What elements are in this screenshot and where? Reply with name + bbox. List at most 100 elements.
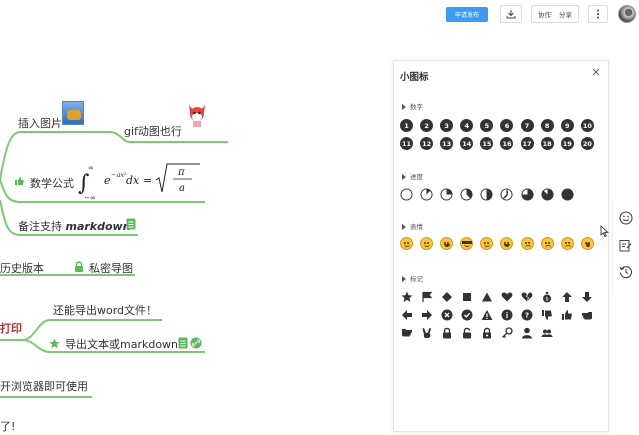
publish-button[interactable]: 申请发布 — [446, 7, 488, 22]
number-13-icon[interactable]: 13 — [439, 136, 454, 151]
number-19-icon[interactable]: 19 — [560, 136, 575, 151]
hand-left-icon[interactable] — [580, 307, 595, 322]
section-progress[interactable]: 进度 — [402, 171, 423, 181]
number-7-icon[interactable]: 7 — [520, 118, 535, 133]
section-emotion[interactable]: 表情 — [402, 221, 423, 231]
key-icon[interactable] — [499, 325, 514, 340]
progress-1-icon[interactable] — [419, 187, 434, 202]
number-14-icon[interactable]: 14 — [459, 136, 474, 151]
svg-text:$: $ — [546, 296, 549, 302]
node-export-word[interactable]: 还能导出word文件！ — [53, 302, 157, 318]
lock-open-icon[interactable] — [459, 325, 474, 340]
download-button[interactable] — [500, 5, 522, 23]
arrow-right-icon[interactable] — [419, 307, 434, 322]
more-button[interactable] — [588, 5, 608, 23]
number-17-icon[interactable]: 17 — [520, 136, 535, 151]
star-mark-icon[interactable] — [399, 289, 414, 304]
wink-icon[interactable] — [479, 236, 494, 251]
thumbs-down-icon[interactable] — [540, 307, 555, 322]
number-5-icon[interactable]: 5 — [479, 118, 494, 133]
download-icon — [506, 10, 516, 19]
number-6-icon[interactable]: 6 — [499, 118, 514, 133]
arrow-up-icon[interactable] — [560, 289, 575, 304]
progress-8-icon[interactable] — [560, 187, 575, 202]
note-icon-2[interactable] — [178, 337, 188, 349]
number-4-icon[interactable]: 4 — [459, 118, 474, 133]
heart-icon[interactable] — [499, 289, 514, 304]
progress-2-icon[interactable] — [439, 187, 454, 202]
user-avatar[interactable] — [618, 5, 636, 23]
node-export-text[interactable]: 导出文本或markdown — [65, 336, 178, 352]
hand-point-icon[interactable] — [399, 325, 414, 340]
node-bottom-text[interactable]: 了! — [0, 418, 15, 434]
progress-7-icon[interactable] — [540, 187, 555, 202]
thumbs-up-mark-icon[interactable] — [560, 307, 575, 322]
smile-icon[interactable] — [399, 236, 414, 251]
progress-3-icon[interactable] — [459, 187, 474, 202]
broken-heart-icon[interactable] — [520, 289, 535, 304]
square-icon[interactable] — [459, 289, 474, 304]
cross-circle-icon[interactable] — [439, 307, 454, 322]
number-20-icon[interactable]: 20 — [580, 136, 595, 151]
cooperate-button[interactable]: 协作 — [538, 9, 551, 19]
node-gif-support[interactable]: gif动图也行 — [124, 123, 182, 139]
diamond-icon[interactable] — [439, 289, 454, 304]
progress-4-icon[interactable] — [479, 187, 494, 202]
history-button[interactable] — [617, 263, 635, 281]
number-2-icon[interactable]: 2 — [419, 118, 434, 133]
notes-prefix: 备注支持 — [18, 220, 66, 233]
section-marks[interactable]: 标记 — [402, 273, 423, 283]
node-private-map[interactable]: 私密导图 — [89, 260, 133, 276]
progress-5-icon[interactable] — [499, 187, 514, 202]
node-math-formula[interactable]: 数学公式 — [30, 175, 74, 191]
laugh-icon[interactable] — [439, 236, 454, 251]
node-history[interactable]: 历史版本 — [0, 260, 44, 276]
triangle-icon[interactable] — [479, 289, 494, 304]
check-circle-icon[interactable] — [459, 307, 474, 322]
cry-icon[interactable] — [520, 236, 535, 251]
number-18-icon[interactable]: 18 — [540, 136, 555, 151]
number-1-icon[interactable]: 1 — [399, 118, 414, 133]
angry-icon[interactable] — [560, 236, 575, 251]
number-8-icon[interactable]: 8 — [540, 118, 555, 133]
number-9-icon[interactable]: 9 — [560, 118, 575, 133]
question-icon[interactable]: ? — [520, 307, 535, 322]
number-16-icon[interactable]: 16 — [499, 136, 514, 151]
emoji-panel-button[interactable] — [617, 209, 635, 227]
share-button[interactable]: 分享 — [559, 9, 572, 19]
close-icon[interactable]: ✕ — [590, 67, 602, 79]
arrow-down-icon[interactable] — [580, 289, 595, 304]
number-12-icon[interactable]: 12 — [419, 136, 434, 151]
svg-text:−ax²: −ax² — [111, 171, 127, 179]
number-15-icon[interactable]: 15 — [479, 136, 494, 151]
link-icon[interactable] — [190, 337, 202, 349]
victory-hand-icon[interactable] — [419, 325, 434, 340]
section-numbers[interactable]: 数字 — [402, 101, 423, 111]
cool-icon[interactable] — [459, 236, 474, 251]
user-icon[interactable] — [520, 325, 535, 340]
node-insert-image[interactable]: 插入图片 — [18, 115, 62, 131]
happy-icon[interactable] — [419, 236, 434, 251]
grin-icon[interactable] — [499, 236, 514, 251]
warning-icon[interactable] — [479, 307, 494, 322]
lock-alt-icon[interactable] — [479, 325, 494, 340]
note-icon[interactable] — [126, 218, 136, 230]
surprise-icon[interactable] — [580, 236, 595, 251]
money-bag-icon[interactable]: $ — [540, 289, 555, 304]
node-notes-support[interactable]: 备注支持 markdown — [18, 218, 131, 234]
number-11-icon[interactable]: 11 — [399, 136, 414, 151]
arrow-left-icon[interactable] — [399, 307, 414, 322]
users-icon[interactable] — [540, 325, 555, 340]
flag-icon[interactable] — [419, 289, 434, 304]
marks-row-2: ? — [399, 307, 600, 322]
progress-6-icon[interactable] — [520, 187, 535, 202]
node-browser-use[interactable]: 开浏览器即可使用 — [0, 378, 88, 394]
edit-note-button[interactable] — [617, 236, 635, 254]
lock-closed-icon[interactable] — [439, 325, 454, 340]
progress-0-icon[interactable] — [399, 187, 414, 202]
info-icon[interactable] — [499, 307, 514, 322]
node-print[interactable]: 打印 — [0, 320, 22, 336]
number-3-icon[interactable]: 3 — [439, 118, 454, 133]
number-10-icon[interactable]: 10 — [580, 118, 595, 133]
sad-icon[interactable] — [540, 236, 555, 251]
